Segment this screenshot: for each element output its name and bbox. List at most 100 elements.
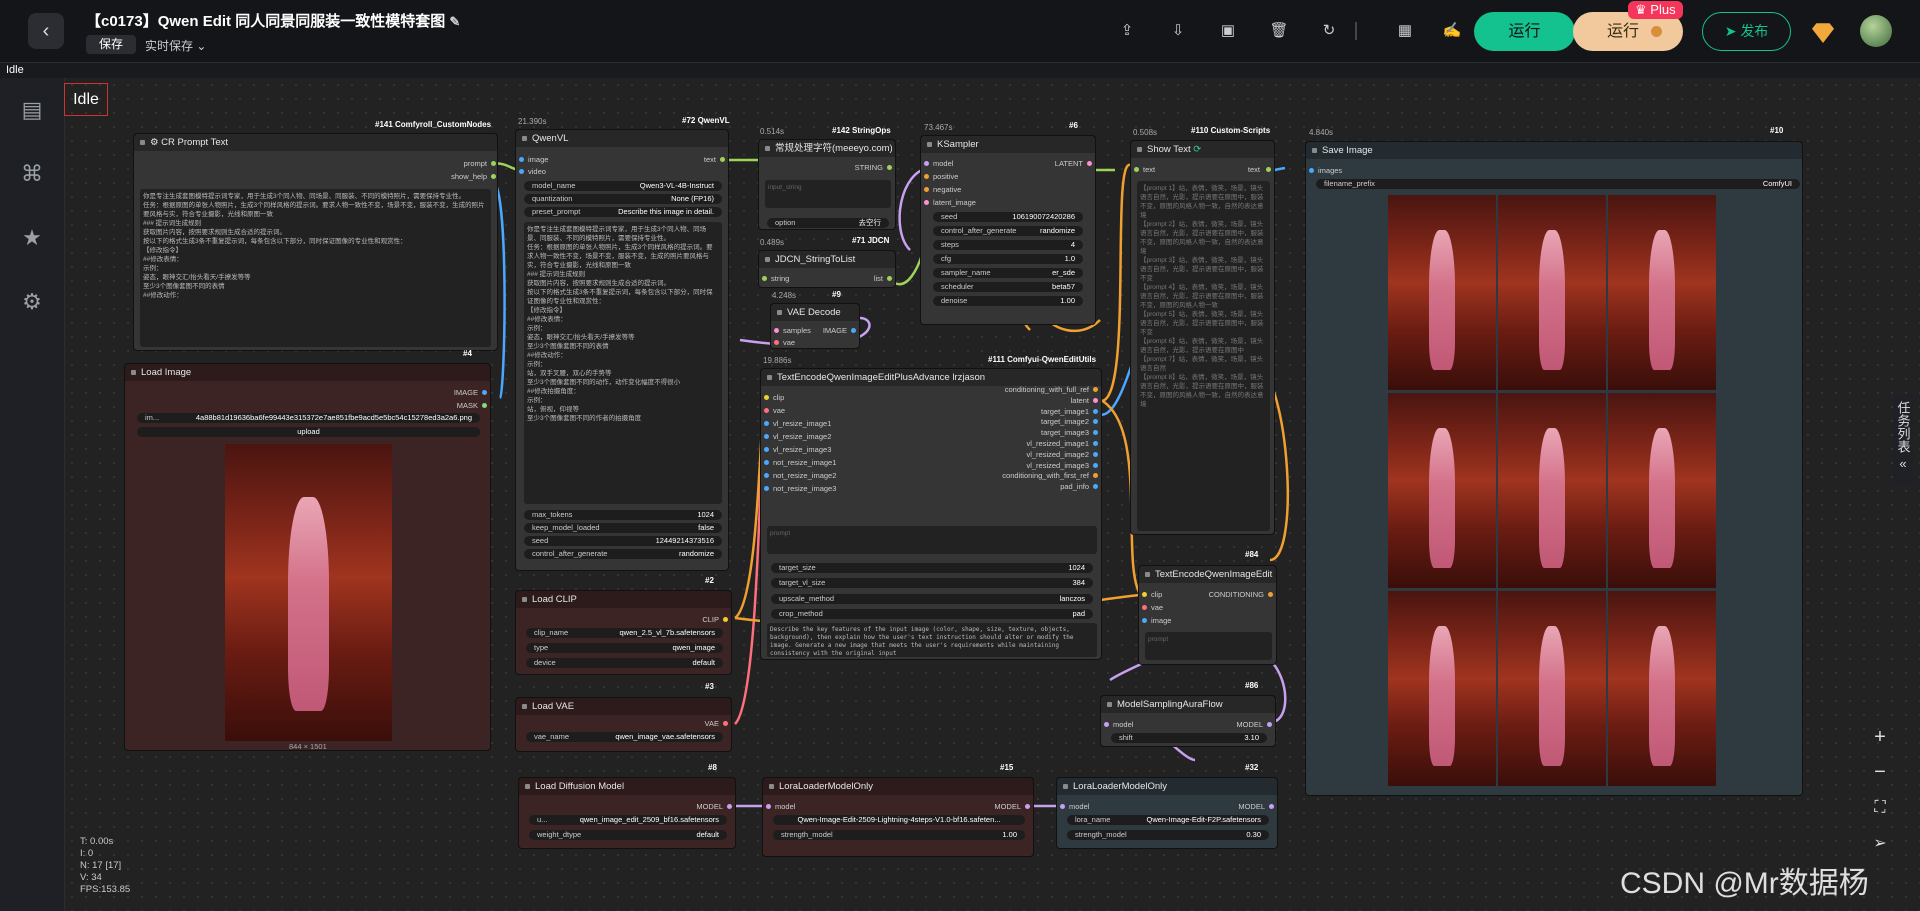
output-slot-dot[interactable] [1093,419,1098,425]
output-slot-dot[interactable] [1093,387,1098,392]
output-slot-dot[interactable] [723,721,728,726]
output-model[interactable]: MODEL [994,802,1021,811]
input-model[interactable]: model [933,159,953,168]
output-slot-dot[interactable] [491,161,496,166]
input-slot-dot[interactable] [1309,168,1314,173]
output-slot-dot[interactable] [1269,804,1274,809]
input-slot-dot[interactable] [924,200,929,205]
input-slot-dot[interactable] [924,161,929,166]
output-slot[interactable]: vl_resized_image1 [1026,439,1089,448]
output-slot-dot[interactable] [1093,451,1098,457]
input-slot-dot[interactable] [764,421,769,426]
node-qwenvl[interactable]: QwenVL image video text model_name Qwen3-… [515,129,729,571]
widget-weight-dtype[interactable]: weight_dtype default [529,830,727,840]
input-slot-dot[interactable] [1060,804,1065,809]
node-load-image[interactable]: Load Image IMAGE MASK im... 4a88b81d19636… [124,363,491,751]
output-slot-dot[interactable] [1025,804,1030,809]
output-slot-dot[interactable] [1267,722,1272,727]
node-model-sampling-auraflow[interactable]: ModelSamplingAuraFlow model MODEL shift 3… [1100,695,1276,747]
widget-device[interactable]: device default [526,658,723,668]
input-string[interactable]: string [771,274,789,283]
widget-model-name[interactable]: model_name Qwen3-VL-4B-Instruct [524,181,722,191]
node-save-image[interactable]: Save Image images filename_prefix ComfyUI [1305,141,1803,796]
widget-steps[interactable]: steps 4 [933,240,1083,250]
widget-cfg[interactable]: cfg 1.0 [933,254,1083,264]
input-slot[interactable]: vae [773,406,785,415]
widget-strength-model[interactable]: strength_model 0.30 [1067,830,1269,840]
input-slot-dot[interactable] [519,169,524,174]
input-slot[interactable]: clip [773,393,784,402]
output-conditioning[interactable]: CONDITIONING [1209,590,1264,599]
input-slot-dot[interactable] [764,408,769,413]
input-latent-image[interactable]: latent_image [933,198,976,207]
output-string[interactable]: STRING [855,163,883,172]
input-slot-dot[interactable] [764,460,769,465]
output-show-help[interactable]: show_help [451,172,487,181]
node-textencode-qwen-image-edit[interactable]: TextEncodeQwenImageEdit clip vae image C… [1138,565,1277,665]
input-slot-dot[interactable] [764,434,769,439]
output-slot-dot[interactable] [1093,408,1098,414]
input-slot[interactable]: not_resize_image2 [773,471,836,480]
zoom-in-icon[interactable]: + [1868,725,1892,749]
input-slot-dot[interactable] [1134,167,1139,172]
prompt-textarea[interactable]: prompt [767,526,1097,554]
output-slot-dot[interactable] [887,276,892,281]
widget-type[interactable]: type qwen_image [526,643,723,653]
input-slot-dot[interactable] [766,804,771,809]
widget-image-file[interactable]: im... 4a88b81d19636ba6fe99443e315372e7ae8… [137,413,480,423]
input-slot-dot[interactable] [1104,722,1109,727]
output-slot[interactable]: pad_info [1060,482,1089,491]
widget-preset-prompt[interactable]: preset_prompt Describe this image in deta… [524,207,722,217]
output-image-7[interactable] [1388,591,1496,786]
widget-filename-prefix[interactable]: filename_prefix ComfyUI [1316,179,1800,189]
node-load-vae[interactable]: Load VAE VAE vae_name qwen_image_vae.safe… [515,697,732,752]
node-lora-loader-2[interactable]: LoraLoaderModelOnly model MODEL lora_nam… [1056,777,1278,849]
output-prompt[interactable]: prompt [464,159,487,168]
output-image-5[interactable] [1498,393,1606,588]
output-slot[interactable]: conditioning_with_full_ref [1005,385,1089,394]
input-slot-dot[interactable] [1142,592,1147,597]
input-model[interactable]: model [775,802,795,811]
prompt-textarea[interactable]: prompt [1145,632,1272,660]
input-positive[interactable]: positive [933,172,958,181]
node-load-clip[interactable]: Load CLIP CLIP clip_name qwen_2.5_vl_7b.s… [515,590,732,675]
widget-target-vl-size[interactable]: target_vl_size 384 [771,578,1093,588]
widget-strength-model[interactable]: strength_model 1.00 [773,830,1025,840]
widget-control-after-generate[interactable]: control_after_generate randomize [524,549,722,559]
output-image[interactable]: IMAGE [454,388,478,397]
output-slot-dot[interactable] [491,174,496,179]
input-slot-dot[interactable] [924,187,929,192]
output-slot-dot[interactable] [1266,167,1271,172]
output-slot[interactable]: target_image2 [1041,417,1089,426]
widget-seed[interactable]: seed 106190072420286 [933,212,1083,222]
node-ksampler[interactable]: KSampler model positive negative latent_… [920,135,1096,325]
widget-unet-name[interactable]: u... qwen_image_edit_2509_bf16.safetensor… [529,815,727,825]
node-cr-prompt-text[interactable]: ⚙ CR Prompt Text prompt show_help 你是专注生成… [133,133,498,351]
output-slot-dot[interactable] [851,328,856,333]
widget-vae-name[interactable]: vae_name qwen_image_vae.safetensors [526,732,723,742]
input-string-textarea[interactable]: input_string [765,180,891,208]
output-slot-dot[interactable] [723,617,728,622]
input-slot-dot[interactable] [764,447,769,452]
input-slot-dot[interactable] [762,276,767,281]
widget-max-tokens[interactable]: max_tokens 1024 [524,510,722,520]
output-image[interactable]: IMAGE [823,326,847,335]
input-samples[interactable]: samples [783,326,811,335]
input-video[interactable]: video [528,167,546,176]
output-slot[interactable]: conditioning_with_first_ref [1002,471,1089,480]
widget-target-size[interactable]: target_size 1024 [771,563,1093,573]
fit-view-icon[interactable]: ⛶ [1868,796,1892,820]
input-slot[interactable]: not_resize_image1 [773,458,836,467]
zoom-out-icon[interactable]: − [1868,760,1892,784]
output-slot[interactable]: target_image1 [1041,407,1089,416]
prompt-textarea[interactable]: 你是专注生成套图模特提示词专家，用于生成3个同人物、同场景、同服装、不同的模特照… [140,189,491,347]
widget-seed[interactable]: seed 12449214373516 [524,536,722,546]
output-latent[interactable]: LATENT [1055,159,1083,168]
widget-sampler-name[interactable]: sampler_name er_sde [933,268,1083,278]
widget-scheduler[interactable]: scheduler beta57 [933,282,1083,292]
output-slot[interactable]: vl_resized_image2 [1026,450,1089,459]
input-vae[interactable]: vae [783,338,795,347]
output-slot[interactable]: latent [1071,396,1089,405]
pointer-icon[interactable]: ➢ [1868,832,1892,856]
output-slot-dot[interactable] [887,165,892,170]
